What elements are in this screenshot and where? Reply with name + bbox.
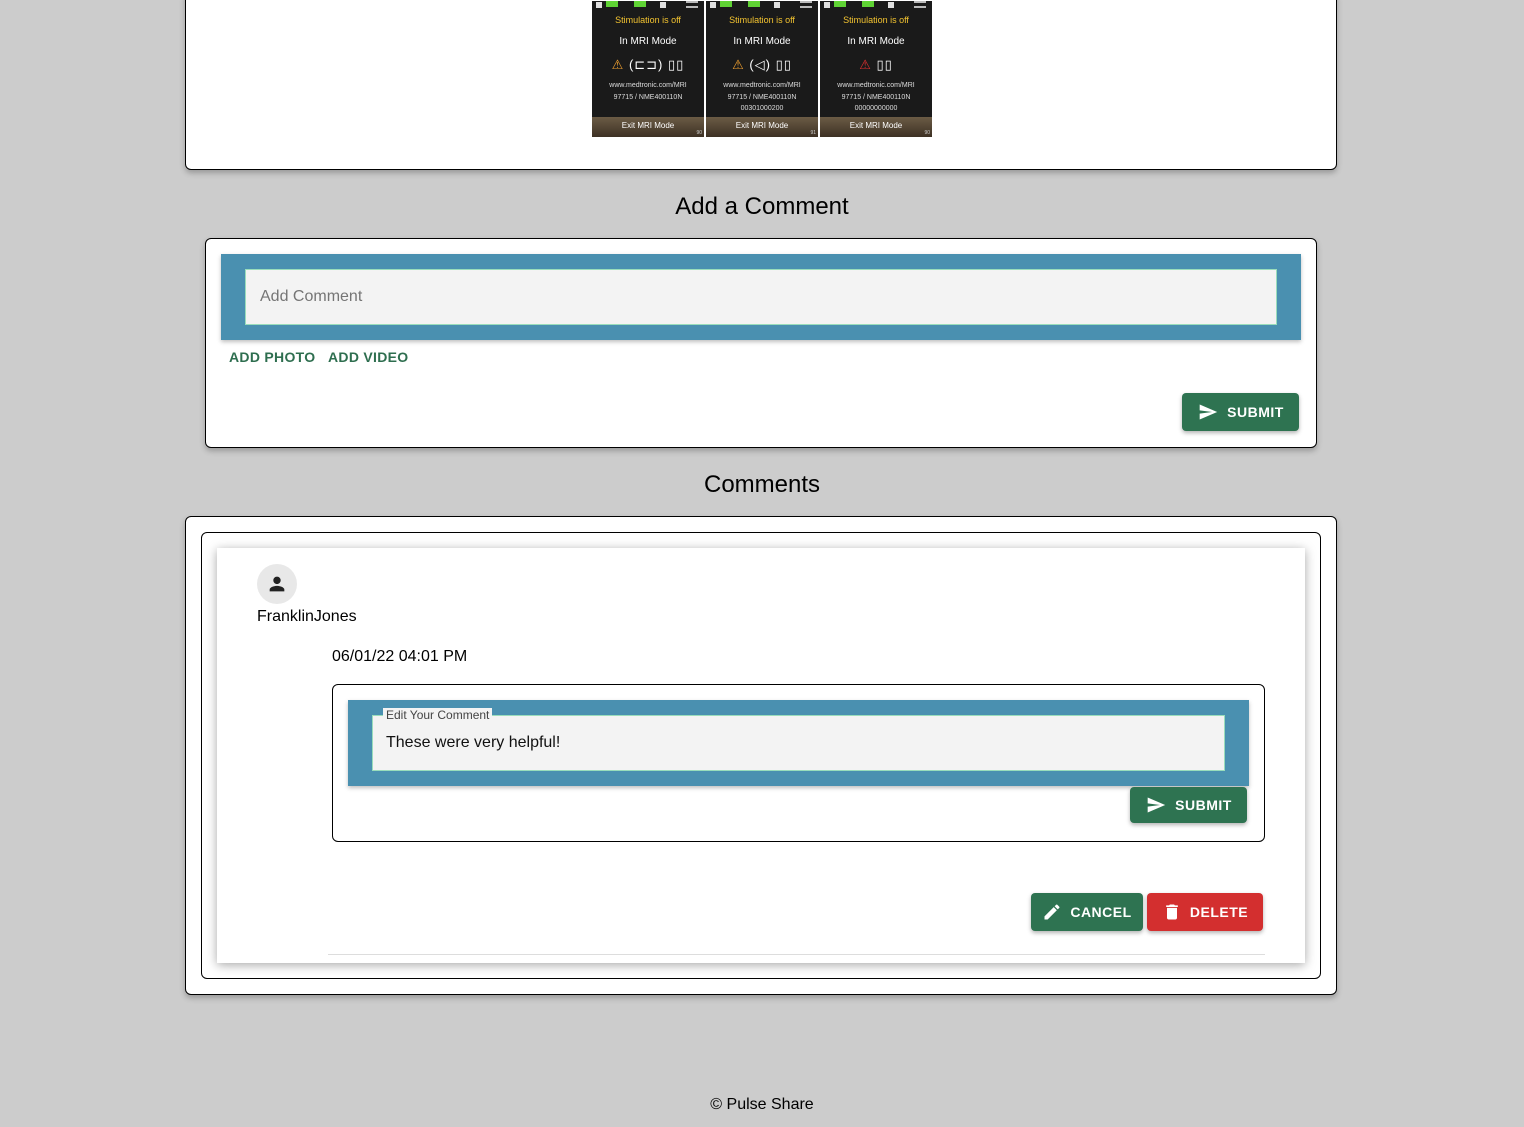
device-screen-3: Stimulation is off In MRI Mode ⚠ ▯▯ www.…: [820, 1, 932, 137]
submit-edit-button[interactable]: SUBMIT: [1130, 787, 1247, 823]
device-exit-button: Exit MRI Mode: [706, 117, 818, 137]
comments-list: FranklinJones 06/01/22 04:01 PM Edit You…: [201, 532, 1321, 979]
device-mode: In MRI Mode: [619, 36, 677, 47]
device-screen-2: Stimulation is off In MRI Mode ⚠ (◁) ▯▯ …: [706, 1, 818, 137]
add-video-button[interactable]: ADD VIDEO: [328, 349, 409, 365]
edit-comment-label: Edit Your Comment: [383, 708, 493, 722]
add-comment-form: ADD PHOTO ADD VIDEO SUBMIT: [205, 238, 1317, 448]
trash-icon: [1166, 904, 1178, 920]
divider: [328, 954, 1265, 955]
device-serial: 00000000000: [854, 105, 898, 112]
device-warning-icons: ⚠ (◁) ▯▯: [732, 57, 792, 72]
device-warning-icons: ⚠ (⊏⊐) ▯▯: [611, 57, 685, 72]
device-page: 90: [924, 130, 930, 136]
device-status: Stimulation is off: [729, 15, 795, 25]
device-screen-1: Stimulation is off In MRI Mode ⚠ (⊏⊐) ▯▯…: [592, 1, 704, 137]
device-screens-image: Stimulation is off In MRI Mode ⚠ (⊏⊐) ▯▯…: [592, 1, 932, 137]
device-exit-button: Exit MRI Mode: [820, 117, 932, 137]
comment-timestamp: 06/01/22 04:01 PM: [332, 648, 468, 665]
person-icon: [269, 576, 285, 592]
device-mode: In MRI Mode: [733, 36, 791, 47]
cancel-button[interactable]: CANCEL: [1031, 893, 1143, 931]
avatar: [257, 564, 297, 604]
comment-card: FranklinJones 06/01/22 04:01 PM Edit You…: [217, 548, 1305, 963]
comments-section: FranklinJones 06/01/22 04:01 PM Edit You…: [185, 516, 1337, 995]
device-model: 97715 / NME400110N: [727, 94, 797, 101]
device-model: 97715 / NME400110N: [613, 94, 683, 101]
send-icon: [1147, 797, 1166, 813]
device-mode: In MRI Mode: [847, 36, 905, 47]
edit-input-container: Edit Your Comment These were very helpfu…: [348, 700, 1249, 786]
device-url: www.medtronic.com/MRI: [723, 82, 801, 89]
delete-button[interactable]: DELETE: [1147, 893, 1263, 931]
device-page: 91: [810, 130, 816, 136]
edit-comment-input[interactable]: Edit Your Comment These were very helpfu…: [372, 708, 1225, 771]
comments-heading: Comments: [703, 471, 821, 498]
device-url: www.medtronic.com/MRI: [837, 82, 915, 89]
send-icon: [1199, 404, 1218, 420]
edit-comment-text: These were very helpful!: [386, 734, 561, 751]
submit-label: SUBMIT: [1175, 797, 1232, 813]
device-page: 90: [696, 130, 702, 136]
device-model: 97715 / NME400110N: [841, 94, 911, 101]
add-comment-input[interactable]: [245, 269, 1277, 325]
post-card: Stimulation is off In MRI Mode ⚠ (⊏⊐) ▯▯…: [185, 0, 1337, 170]
pencil-icon: [1044, 904, 1060, 920]
device-exit-button: Exit MRI Mode: [592, 117, 704, 137]
cancel-label: CANCEL: [1070, 904, 1132, 920]
device-status: Stimulation is off: [615, 15, 681, 25]
submit-label: SUBMIT: [1227, 404, 1284, 420]
device-warning-icons: ⚠ ▯▯: [859, 57, 893, 72]
device-status: Stimulation is off: [843, 15, 909, 25]
comment-author: FranklinJones: [257, 608, 357, 625]
comment-input-container: [221, 254, 1301, 340]
submit-comment-button[interactable]: SUBMIT: [1182, 393, 1299, 431]
delete-label: DELETE: [1189, 904, 1249, 920]
device-url: www.medtronic.com/MRI: [609, 82, 687, 89]
device-serial: 00301000200: [740, 105, 784, 112]
add-photo-button[interactable]: ADD PHOTO: [229, 349, 315, 365]
edit-comment-form: Edit Your Comment These were very helpfu…: [332, 684, 1265, 842]
footer: © Pulse Share: [710, 1096, 814, 1113]
add-comment-heading: Add a Comment: [675, 193, 849, 220]
